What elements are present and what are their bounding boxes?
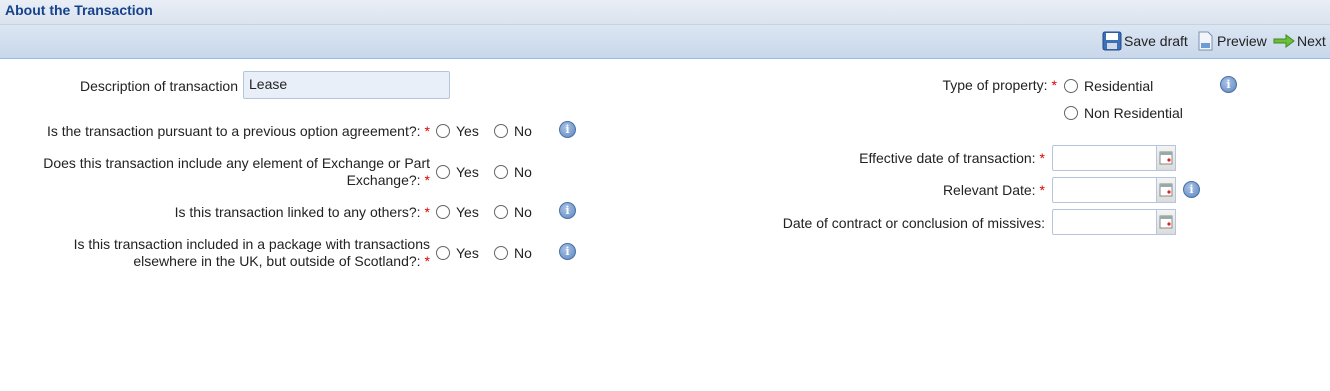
- info-icon[interactable]: i: [1220, 76, 1237, 93]
- contract-date-field: [1052, 209, 1176, 235]
- info-icon[interactable]: i: [1183, 181, 1200, 198]
- description-label: Description of transaction: [80, 78, 238, 94]
- relevant-date-field: [1052, 177, 1176, 203]
- q4-label: Is this transaction included in a packag…: [73, 236, 430, 269]
- description-input[interactable]: Lease: [243, 71, 450, 99]
- effective-date-input[interactable]: [1052, 145, 1156, 171]
- preview-icon: [1198, 31, 1213, 51]
- required-marker: *: [424, 172, 430, 188]
- required-marker: *: [424, 204, 430, 220]
- property-non-residential-radio[interactable]: Non Residential: [1064, 105, 1183, 121]
- calendar-icon[interactable]: [1156, 145, 1176, 171]
- save-icon: [1102, 31, 1122, 51]
- info-icon[interactable]: i: [559, 121, 576, 138]
- q4-yes-radio[interactable]: Yes: [436, 245, 479, 261]
- contract-date-label: Date of contract or conclusion of missiv…: [782, 215, 1045, 231]
- q2-yes-radio[interactable]: Yes: [436, 164, 479, 180]
- required-marker: *: [1051, 77, 1057, 93]
- effective-date-label: Effective date of transaction: *: [859, 150, 1045, 166]
- contract-date-input[interactable]: [1052, 209, 1156, 235]
- q3-label: Is this transaction linked to any others…: [174, 204, 430, 220]
- relevant-date-label: Relevant Date: *: [942, 182, 1045, 198]
- q2-no-radio[interactable]: No: [494, 164, 532, 180]
- q1-no-radio[interactable]: No: [494, 123, 532, 139]
- q1-label: Is the transaction pursuant to a previou…: [46, 123, 430, 139]
- property-residential-radio[interactable]: Residential: [1064, 78, 1153, 94]
- toolbar: Save draft Preview Next: [0, 25, 1330, 59]
- panel-title: About the Transaction: [5, 2, 153, 18]
- q3-no-radio[interactable]: No: [494, 204, 532, 220]
- required-marker: *: [424, 123, 430, 139]
- preview-label: Preview: [1217, 33, 1267, 49]
- calendar-icon[interactable]: [1156, 209, 1176, 235]
- calendar-icon[interactable]: [1156, 177, 1176, 203]
- info-icon[interactable]: i: [559, 202, 576, 219]
- q1-yes-radio[interactable]: Yes: [436, 123, 479, 139]
- save-draft-button[interactable]: Save draft: [1102, 31, 1188, 51]
- effective-date-field: [1052, 145, 1176, 171]
- q4-no-radio[interactable]: No: [494, 245, 532, 261]
- required-marker: *: [1039, 150, 1045, 166]
- next-label: Next: [1297, 33, 1326, 49]
- required-marker: *: [424, 253, 430, 269]
- q3-yes-radio[interactable]: Yes: [436, 204, 479, 220]
- save-draft-label: Save draft: [1124, 33, 1188, 49]
- q2-label: Does this transaction include any elemen…: [43, 155, 430, 188]
- required-marker: *: [1039, 182, 1045, 198]
- preview-button[interactable]: Preview: [1195, 31, 1267, 51]
- panel-header: About the Transaction: [0, 0, 1330, 25]
- next-button[interactable]: Next: [1273, 31, 1326, 51]
- property-type-label: Type of property: *: [942, 77, 1057, 93]
- arrow-right-icon: [1273, 34, 1295, 48]
- info-icon[interactable]: i: [559, 243, 576, 260]
- relevant-date-input[interactable]: [1052, 177, 1156, 203]
